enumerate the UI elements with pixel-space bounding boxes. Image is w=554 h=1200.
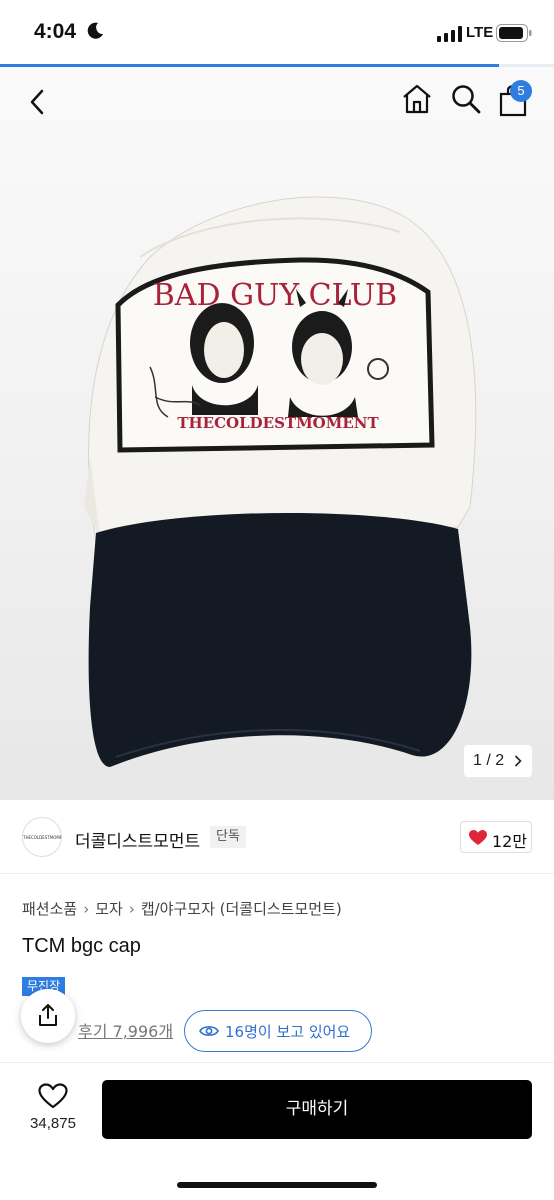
network-label: LTE <box>466 24 494 41</box>
heart-filled-icon <box>469 830 487 845</box>
patch-footer: THECOLDESTMOMENT <box>177 414 379 432</box>
brand-like-button[interactable]: 12만 <box>460 821 532 853</box>
signal-icon <box>437 26 462 42</box>
wish-count: 34,875 <box>30 1115 76 1132</box>
image-counter-label: 1 / 2 <box>473 752 505 769</box>
brand-logo[interactable]: THECOLDESTMOMENT <box>22 817 62 857</box>
home-indicator <box>177 1182 377 1188</box>
buy-button[interactable]: 구매하기 <box>102 1080 532 1139</box>
heart-outline-icon[interactable] <box>38 1083 68 1109</box>
product-image-carousel[interactable]: BAD GUY CLUB THECOLDESTMOMENT 5 1 / 2 <box>0 67 554 800</box>
brand-row: THECOLDESTMOMENT 더콜디스트모먼트 단독 12만 <box>0 800 554 874</box>
patch-headline: BAD GUY CLUB <box>153 278 397 313</box>
cart-count-badge: 5 <box>510 80 532 102</box>
review-link[interactable]: 후기 7,996개 <box>78 1018 173 1042</box>
moon-icon <box>87 22 103 39</box>
chevron-right-icon: › <box>128 900 135 918</box>
home-icon[interactable] <box>401 83 433 115</box>
brand-like-count: 12만 <box>492 832 528 851</box>
eye-icon <box>199 1026 219 1036</box>
bottom-action-bar: 34,875 구매하기 <box>0 1062 554 1200</box>
breadcrumb: 패션소품 › 모자 › 캡/야구모자 (더콜디스트모먼트) <box>22 898 342 919</box>
status-bar: 4:04 LTE <box>0 0 554 64</box>
breadcrumb-item[interactable]: 캡/야구모자 (더콜디스트모먼트) <box>141 900 342 918</box>
exclusive-tag: 단독 <box>210 826 246 848</box>
product-title: TCM bgc cap <box>22 935 141 957</box>
share-icon <box>39 1004 57 1026</box>
status-time: 4:04 <box>34 20 77 43</box>
breadcrumb-item[interactable]: 패션소품 <box>22 900 77 918</box>
product-image: BAD GUY CLUB THECOLDESTMOMENT <box>84 196 477 767</box>
share-button[interactable] <box>21 989 75 1043</box>
brand-name-link[interactable]: 더콜디스트모먼트 <box>75 827 200 852</box>
live-viewers-pill[interactable]: 16명이 보고 있어요 <box>184 1010 372 1052</box>
chevron-right-icon: › <box>83 900 90 918</box>
live-viewers-text: 16명이 보고 있어요 <box>225 1023 351 1041</box>
search-icon[interactable] <box>450 83 482 115</box>
chevron-left-icon[interactable] <box>24 85 52 119</box>
image-counter[interactable]: 1 / 2 <box>464 745 532 777</box>
battery-icon <box>496 24 532 42</box>
breadcrumb-item[interactable]: 모자 <box>95 900 123 918</box>
chevron-right-icon <box>514 755 522 767</box>
